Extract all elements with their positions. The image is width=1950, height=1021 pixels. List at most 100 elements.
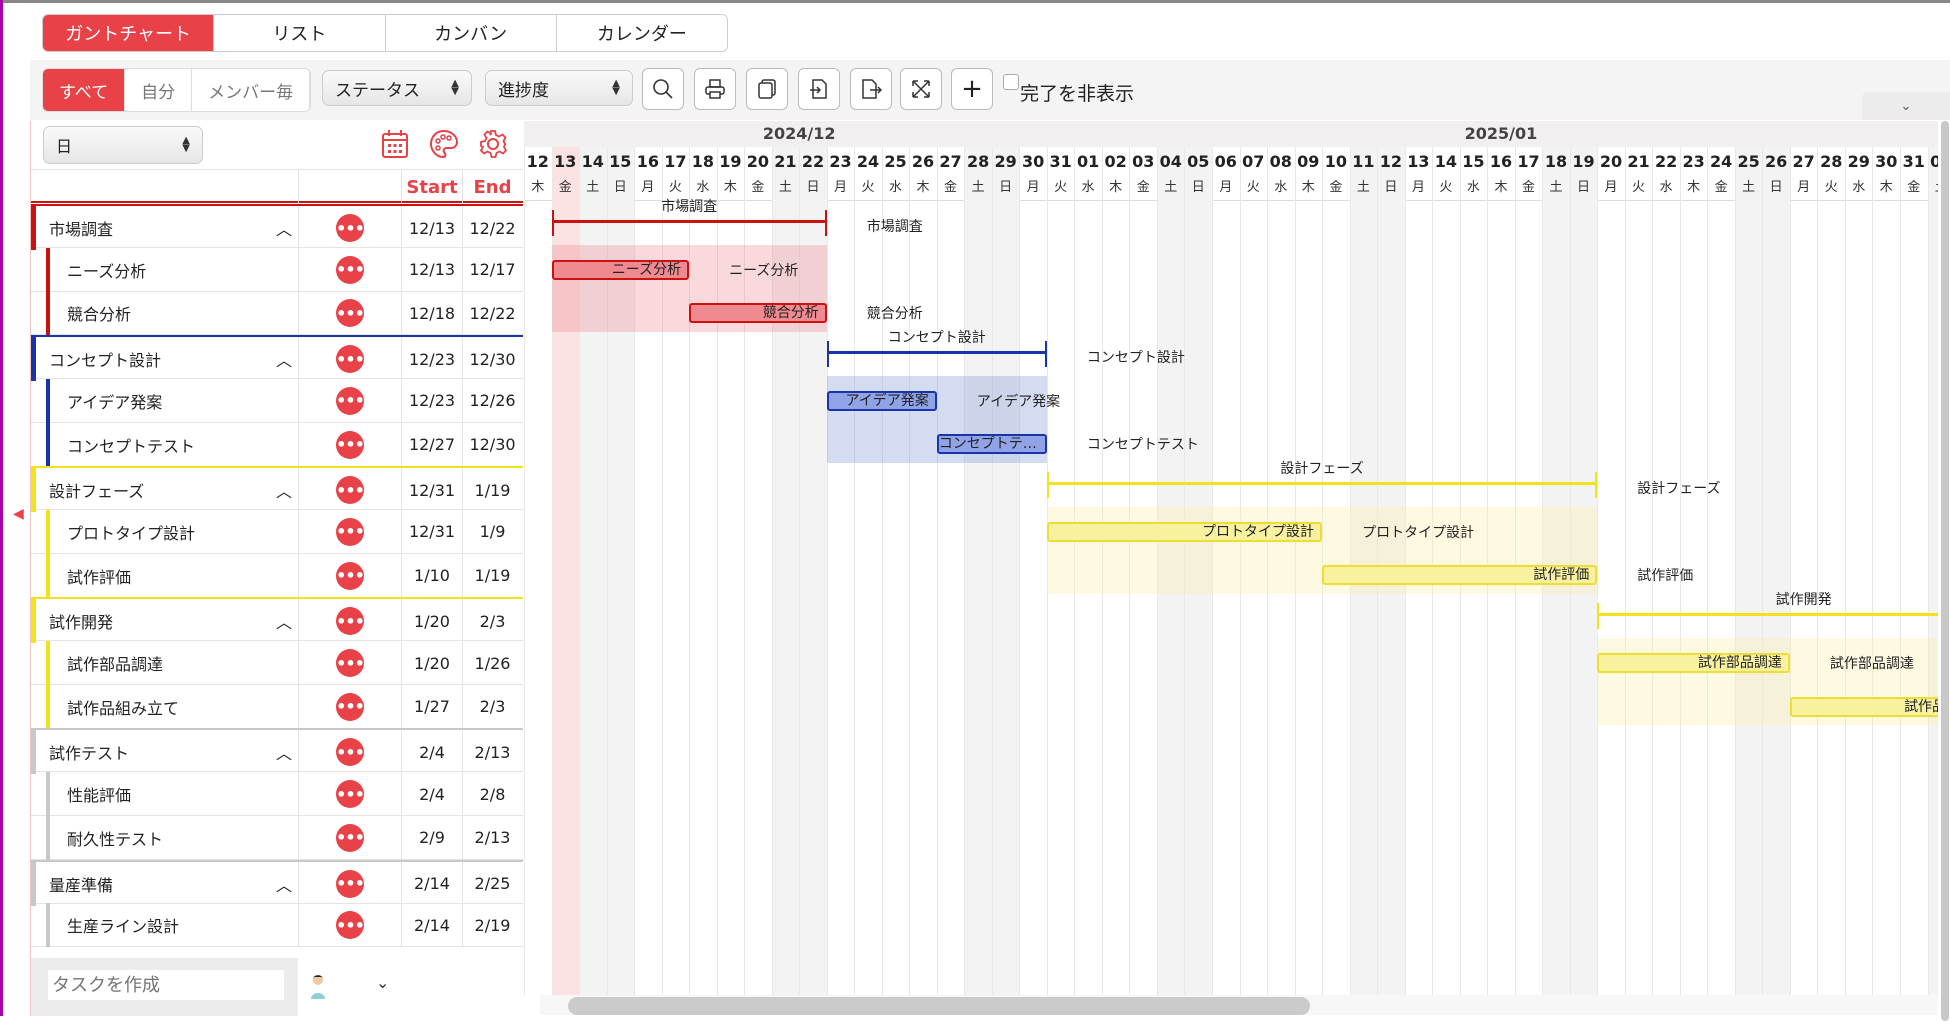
more-options-icon[interactable]: ••• [336, 561, 365, 590]
add-task-button[interactable]: + [951, 68, 993, 110]
task-row[interactable]: ニーズ分析 ••• 12/13 12/17 [31, 247, 523, 292]
scale-select[interactable]: 日 ▲ ▼ [43, 126, 203, 164]
task-row[interactable]: 競合分析 ••• 12/18 12/22 [31, 291, 523, 336]
filter-by-member[interactable]: メンバー毎 [192, 69, 311, 111]
collapse-chevron-icon[interactable]: ︿ [276, 337, 292, 381]
group-row[interactable]: 試作開発 ︿ ••• 1/20 2/3 [31, 597, 523, 644]
gear-icon[interactable] [478, 129, 508, 159]
task-name[interactable]: 生産ライン設計 [67, 903, 179, 947]
collapse-chevron-icon[interactable]: ︿ [276, 862, 292, 906]
more-options-icon[interactable]: ••• [336, 476, 365, 505]
group-row[interactable]: 試作テスト ︿ ••• 2/4 2/13 [31, 728, 523, 775]
fullscreen-button[interactable] [900, 68, 942, 110]
more-options-icon[interactable]: ••• [336, 649, 365, 677]
group-row[interactable]: 設計フェーズ ︿ ••• 12/31 1/19 [31, 466, 523, 513]
task-name[interactable]: 試作部品調達 [67, 641, 163, 685]
more-options-icon[interactable]: ••• [336, 299, 365, 328]
task-name[interactable]: アイデア発案 [67, 379, 162, 423]
task-name[interactable]: 試作評価 [67, 554, 131, 598]
more-options-icon[interactable]: ••• [336, 780, 365, 809]
task-name[interactable]: コンセプト設計 [49, 337, 161, 381]
task-row[interactable]: アイデア発案 ••• 12/23 12/26 [31, 378, 523, 423]
tab-kanban[interactable]: カンバン [385, 15, 557, 51]
group-row[interactable]: 量産準備 ︿ ••• 2/14 2/25 [31, 859, 523, 906]
task-name[interactable]: 耐久性テスト [67, 816, 163, 860]
tab-gantt[interactable]: ガントチャート [43, 15, 215, 51]
tab-calendar[interactable]: カレンダー [556, 15, 727, 51]
task-row[interactable]: 試作部品調達 ••• 1/20 1/26 [31, 641, 523, 685]
task-row[interactable]: プロトタイプ設計 ••• 12/31 1/9 [31, 509, 523, 554]
summary-bar[interactable] [826, 350, 1047, 354]
column-start-header[interactable]: Start [401, 170, 462, 204]
task-bar[interactable]: プロトタイプ設計 [1046, 521, 1323, 542]
task-name[interactable]: 試作品組み立て [67, 685, 179, 729]
calendar-icon[interactable] [381, 129, 409, 159]
progress-select[interactable]: 進捗度 ▲ ▼ [485, 70, 633, 106]
more-options-icon[interactable]: ••• [336, 692, 365, 721]
copy-button[interactable] [746, 68, 788, 110]
collapse-chevron-icon[interactable]: ︿ [276, 206, 292, 250]
more-options-icon[interactable]: ••• [336, 386, 365, 415]
more-options-icon[interactable]: ••• [336, 869, 365, 898]
tab-list[interactable]: リスト [214, 15, 386, 51]
weekday-label: 日 [1191, 180, 1205, 195]
search-button[interactable] [642, 68, 684, 110]
more-options-icon[interactable]: ••• [336, 430, 365, 459]
vertical-scrollbar[interactable] [1941, 121, 1949, 1021]
more-options-icon[interactable]: ••• [336, 517, 365, 546]
filter-all[interactable]: すべて [43, 69, 126, 111]
task-name[interactable]: 競合分析 [67, 291, 131, 335]
export-button[interactable] [850, 68, 892, 110]
group-row[interactable]: コンセプト設計 ︿ ••• 12/23 12/30 [31, 335, 523, 382]
print-button[interactable] [694, 68, 736, 110]
more-options-icon[interactable]: ••• [336, 911, 365, 940]
import-button[interactable] [798, 68, 840, 110]
task-bar[interactable]: 試作部品調達 [1597, 652, 1790, 673]
assignee-dropdown-chevron-icon[interactable]: ⌄ [376, 973, 389, 992]
task-row[interactable]: 試作品組み立て ••• 1/27 2/3 [31, 684, 523, 729]
collapse-chevron-icon[interactable]: ︿ [276, 730, 292, 774]
task-row[interactable]: 耐久性テスト ••• 2/9 2/13 [31, 815, 523, 860]
task-name[interactable]: コンセプトテスト [67, 423, 195, 467]
task-name[interactable]: 性能評価 [67, 772, 131, 816]
collapse-toolbar-button[interactable]: ⌄ [1862, 92, 1950, 120]
collapse-chevron-icon[interactable]: ︿ [276, 468, 292, 512]
task-name[interactable]: プロトタイプ設計 [67, 510, 195, 554]
more-options-icon[interactable]: ••• [336, 607, 365, 636]
collapse-chevron-icon[interactable]: ︿ [276, 599, 292, 643]
summary-bar[interactable] [1046, 482, 1598, 486]
task-name[interactable]: 設計フェーズ [49, 468, 144, 512]
more-options-icon[interactable]: ••• [336, 214, 365, 242]
task-row[interactable]: コンセプトテスト ••• 12/27 12/30 [31, 422, 523, 467]
task-bar[interactable]: コンセプトテスト [936, 434, 1047, 455]
collapse-panel-arrow-icon[interactable]: ◀ [13, 506, 24, 522]
create-task-input[interactable] [48, 970, 284, 1000]
more-options-icon[interactable]: ••• [336, 738, 365, 767]
more-options-icon[interactable]: ••• [336, 345, 365, 374]
more-options-icon[interactable]: ••• [336, 255, 365, 284]
task-bar[interactable]: アイデア発案 [826, 390, 937, 411]
hide-completed-checkbox[interactable] [1003, 74, 1019, 90]
more-options-icon[interactable]: ••• [336, 823, 365, 852]
palette-icon[interactable] [429, 129, 459, 159]
task-bar[interactable]: 競合分析 [689, 303, 827, 324]
status-select[interactable]: ステータス ▲ ▼ [322, 70, 472, 106]
task-bar[interactable]: 試作品組み立て [1789, 696, 1938, 717]
task-name[interactable]: 市場調査 [49, 206, 113, 250]
task-bar[interactable]: 試作評価 [1322, 565, 1598, 586]
task-name[interactable]: 試作開発 [49, 599, 113, 643]
task-bar[interactable]: ニーズ分析 [551, 259, 690, 280]
task-row[interactable]: 試作評価 ••• 1/10 1/19 [31, 553, 523, 598]
assignee-avatar[interactable] [309, 973, 327, 999]
task-name[interactable]: ニーズ分析 [67, 248, 146, 292]
task-name[interactable]: 試作テスト [49, 730, 129, 774]
summary-bar[interactable] [1597, 613, 1938, 617]
group-row[interactable]: 市場調査 ︿ ••• 12/13 12/22 [31, 204, 523, 250]
filter-mine[interactable]: 自分 [125, 69, 193, 111]
task-name[interactable]: 量産準備 [49, 862, 113, 906]
horizontal-scrollbar-thumb[interactable] [568, 997, 1310, 1015]
task-row[interactable]: 性能評価 ••• 2/4 2/8 [31, 772, 523, 817]
summary-bar[interactable] [551, 219, 827, 223]
task-row[interactable]: 生産ライン設計 ••• 2/14 2/19 [31, 903, 523, 948]
column-end-header[interactable]: End [462, 170, 522, 204]
